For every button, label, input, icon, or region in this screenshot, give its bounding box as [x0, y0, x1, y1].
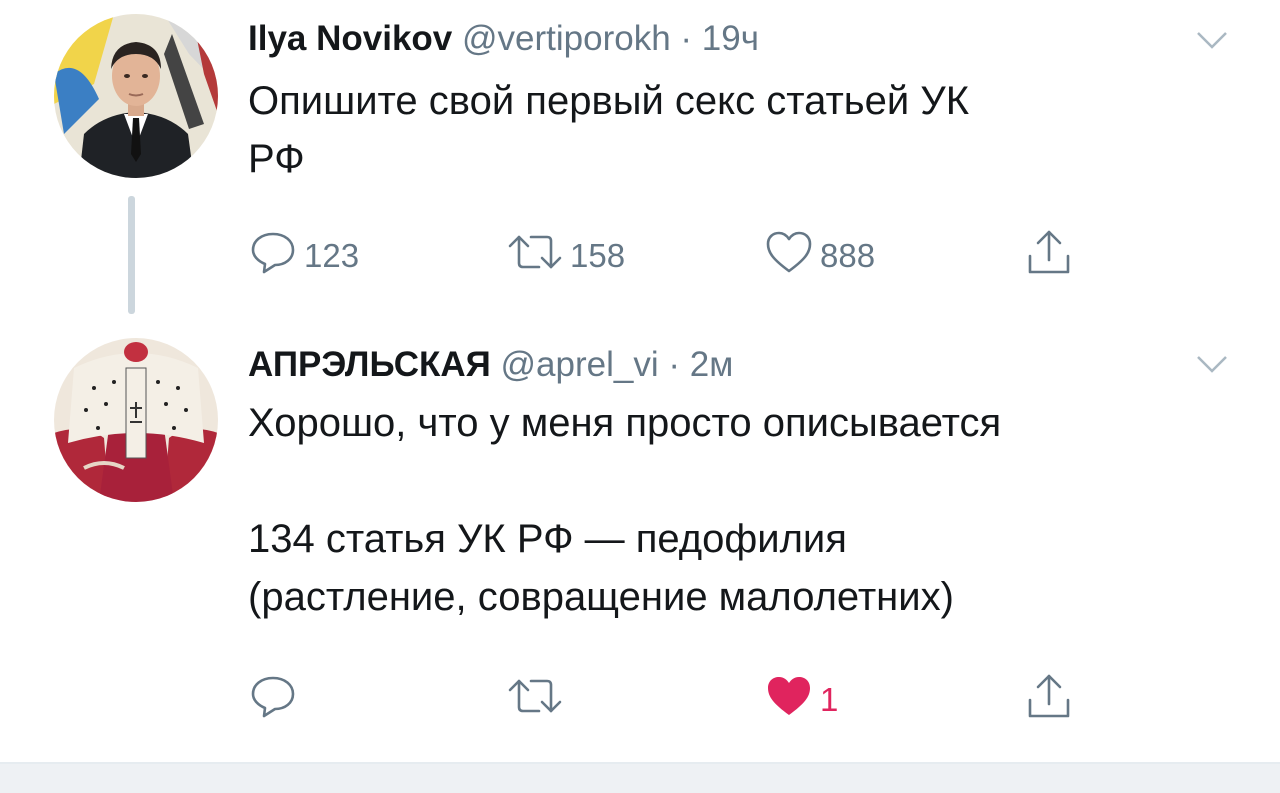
tweet-header: АПРЭЛЬСКАЯ @aprel_vi · 2м	[248, 344, 733, 386]
author-name[interactable]: Ilya Novikov	[248, 19, 452, 58]
author-name[interactable]: АПРЭЛЬСКАЯ	[248, 345, 491, 384]
heart-icon	[764, 671, 814, 729]
tweet-actions: 123 158 888	[248, 226, 1088, 286]
tweet-1[interactable]: Ilya Novikov @vertiporokh · 19ч Опишите …	[0, 0, 1280, 330]
share-icon	[1024, 670, 1074, 730]
bottom-divider-bar	[0, 762, 1280, 793]
thread-connector-line	[128, 196, 135, 314]
reply-button[interactable]: 123	[248, 226, 359, 286]
tweet-header: Ilya Novikov @vertiporokh · 19ч	[248, 18, 759, 60]
author-handle[interactable]: @vertiporokh	[462, 19, 671, 58]
reply-count: 123	[304, 237, 360, 274]
tweet-2[interactable]: АПРЭЛЬСКАЯ @aprel_vi · 2м Хорошо, что у …	[0, 330, 1280, 762]
header-separator: ·	[668, 345, 681, 384]
chevron-down-icon[interactable]	[1196, 354, 1228, 379]
reply-icon	[248, 227, 298, 285]
heart-icon	[764, 227, 814, 285]
tweet-text: Хорошо, что у меня просто описывается 13…	[248, 401, 1002, 619]
header-separator: ·	[680, 19, 693, 58]
reply-button[interactable]	[248, 670, 304, 730]
reply-icon	[248, 671, 298, 729]
tweet-actions: 1	[248, 670, 1088, 730]
like-button[interactable]: 1	[764, 670, 838, 730]
retweet-button[interactable]: 158	[506, 226, 625, 286]
tweet-time[interactable]: 19ч	[702, 19, 759, 58]
chevron-down-icon[interactable]	[1196, 30, 1228, 55]
author-handle[interactable]: @aprel_vi	[501, 345, 659, 384]
like-count: 888	[820, 237, 876, 274]
like-count: 1	[820, 681, 839, 718]
tweet-text: Опишите свой первый секс статьей УК РФ	[248, 79, 970, 181]
avatar-ilya-novikov[interactable]	[54, 14, 218, 178]
tweet-time[interactable]: 2м	[690, 345, 734, 384]
share-button[interactable]	[1024, 670, 1074, 730]
retweet-count: 158	[570, 237, 626, 274]
retweet-icon	[506, 671, 564, 729]
like-button[interactable]: 888	[764, 226, 875, 286]
share-button[interactable]	[1024, 226, 1074, 286]
avatar-aprelskaya[interactable]	[54, 338, 218, 502]
retweet-button[interactable]	[506, 670, 570, 730]
share-icon	[1024, 226, 1074, 286]
retweet-icon	[506, 227, 564, 285]
